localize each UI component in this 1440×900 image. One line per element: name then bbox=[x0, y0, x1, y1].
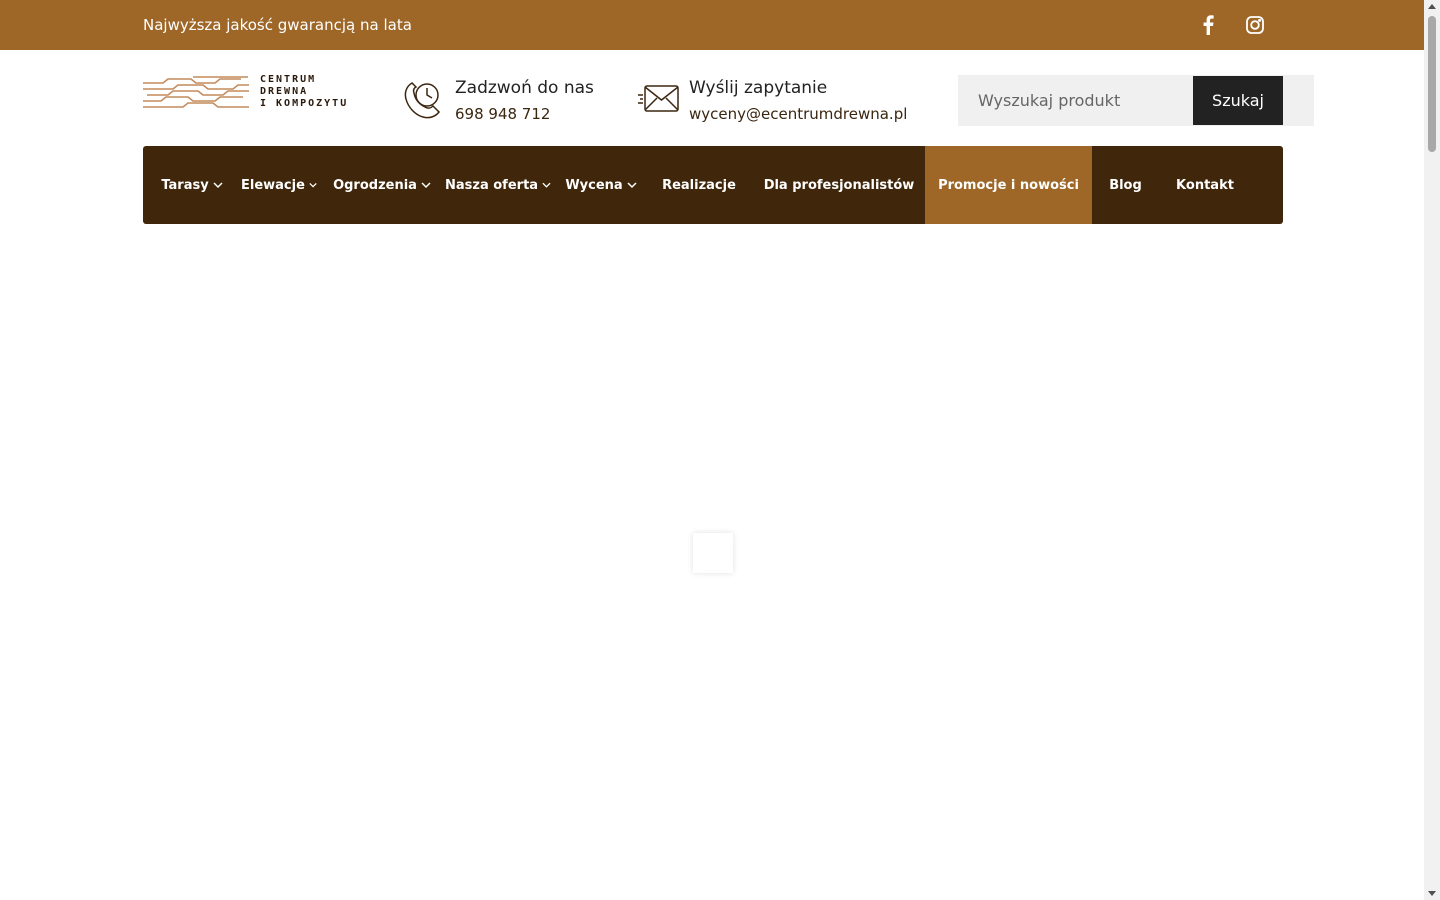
header: CENTRUM DREWNA I KOMPOZYTU Zadzwoń do na… bbox=[0, 50, 1424, 146]
logo-text: CENTRUM DREWNA I KOMPOZYTU bbox=[260, 74, 360, 110]
nav-item-realizacje[interactable]: Realizacje bbox=[651, 146, 747, 224]
nav-item-nasza-oferta[interactable]: Nasza oferta bbox=[445, 146, 551, 224]
search-form: Szukaj bbox=[958, 75, 1314, 126]
nav-label: Nasza oferta bbox=[445, 177, 539, 193]
scroll-down-icon[interactable] bbox=[1428, 891, 1436, 896]
nav-item-wycena[interactable]: Wycena bbox=[563, 146, 639, 224]
chevron-down-icon bbox=[627, 182, 637, 189]
envelope-icon bbox=[638, 83, 680, 125]
chevron-down-icon bbox=[421, 182, 431, 189]
tagline: Najwyższa jakość gwarancją na lata bbox=[143, 16, 412, 34]
nav-label: Realizacje bbox=[662, 177, 736, 193]
logo-line-2: DREWNA bbox=[260, 86, 309, 97]
nav-label: Ogrodzenia bbox=[333, 177, 417, 193]
logo[interactable]: CENTRUM DREWNA I KOMPOZYTU bbox=[143, 74, 353, 114]
phone-number[interactable]: 698 948 712 bbox=[455, 104, 550, 124]
nav-item-promocje[interactable]: Promocje i nowości bbox=[925, 146, 1092, 224]
scrollbar-thumb[interactable] bbox=[1428, 16, 1436, 152]
top-bar: Najwyższa jakość gwarancją na lata bbox=[0, 0, 1424, 50]
nav-label: Kontakt bbox=[1176, 177, 1234, 193]
phone-clock-icon bbox=[403, 77, 445, 119]
nav-item-kontakt[interactable]: Kontakt bbox=[1167, 146, 1243, 224]
nav-item-dla-profesjonalistow[interactable]: Dla profesjonalistów bbox=[755, 146, 923, 224]
chevron-down-icon bbox=[213, 182, 223, 189]
main-nav: Tarasy Elewacje Ogrodzenia Nasza oferta … bbox=[143, 146, 1283, 224]
nav-item-blog[interactable]: Blog bbox=[1098, 146, 1153, 224]
phone-contact[interactable]: Zadzwoń do nas 698 948 712 bbox=[403, 77, 603, 127]
logo-line-3: I KOMPOZYTU bbox=[260, 98, 349, 109]
logo-mark-icon bbox=[143, 76, 249, 108]
search-button[interactable]: Szukaj bbox=[1193, 76, 1283, 125]
nav-label: Blog bbox=[1109, 177, 1142, 193]
chevron-down-icon bbox=[309, 182, 317, 188]
nav-label: Wycena bbox=[565, 177, 623, 193]
phone-title: Zadzwoń do nas bbox=[455, 78, 594, 98]
nav-label: Tarasy bbox=[161, 177, 209, 193]
search-input[interactable] bbox=[958, 75, 1193, 126]
nav-label: Dla profesjonalistów bbox=[763, 177, 915, 193]
facebook-icon[interactable] bbox=[1196, 13, 1220, 37]
nav-label: Promocje i nowości bbox=[938, 177, 1079, 193]
email-title: Wyślij zapytanie bbox=[689, 78, 828, 98]
nav-item-elewacje[interactable]: Elewacje bbox=[241, 146, 317, 224]
email-contact[interactable]: Wyślij zapytanie wyceny@ecentrumdrewna.p… bbox=[638, 77, 913, 127]
email-address[interactable]: wyceny@ecentrumdrewna.pl bbox=[689, 104, 907, 124]
scroll-up-icon[interactable] bbox=[1428, 4, 1436, 9]
scrollbar[interactable] bbox=[1424, 0, 1440, 900]
chevron-down-icon bbox=[542, 182, 551, 188]
nav-item-tarasy[interactable]: Tarasy bbox=[143, 146, 241, 224]
logo-line-1: CENTRUM bbox=[260, 74, 317, 85]
nav-item-ogrodzenia[interactable]: Ogrodzenia bbox=[331, 146, 433, 224]
instagram-icon[interactable] bbox=[1243, 13, 1267, 37]
loading-spinner bbox=[693, 533, 733, 573]
nav-label: Elewacje bbox=[241, 177, 305, 193]
